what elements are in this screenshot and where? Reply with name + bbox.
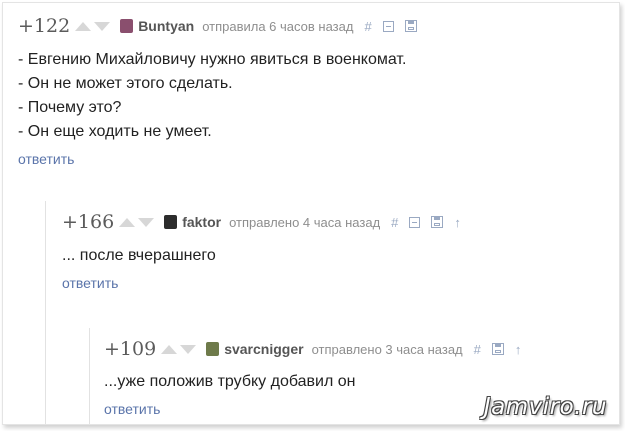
reply-link[interactable]: ответить xyxy=(104,401,160,417)
screenshot-frame: +122 Buntyan отправила 6 часов назад # -… xyxy=(2,2,620,425)
comment-3: +109 svarcnigger отправлено 3 часа назад… xyxy=(3,3,619,424)
save-icon[interactable] xyxy=(491,343,504,355)
avatar xyxy=(206,342,220,356)
permalink-icon[interactable]: # xyxy=(474,342,481,357)
comment-header: +109 svarcnigger отправлено 3 часа назад… xyxy=(104,338,521,360)
parent-arrow-icon[interactable]: ↑ xyxy=(515,342,522,357)
comment-text-line: ...уже положив трубку добавил он xyxy=(104,373,356,390)
vote-down-icon[interactable] xyxy=(180,344,197,354)
comment-rating: +109 xyxy=(104,338,157,360)
comment-timestamp: отправлено 3 часа назад xyxy=(311,341,463,357)
author-link[interactable]: svarcnigger xyxy=(224,341,303,357)
site-watermark: Jamviro.ru xyxy=(483,394,607,420)
vote-up-icon[interactable] xyxy=(161,344,178,354)
